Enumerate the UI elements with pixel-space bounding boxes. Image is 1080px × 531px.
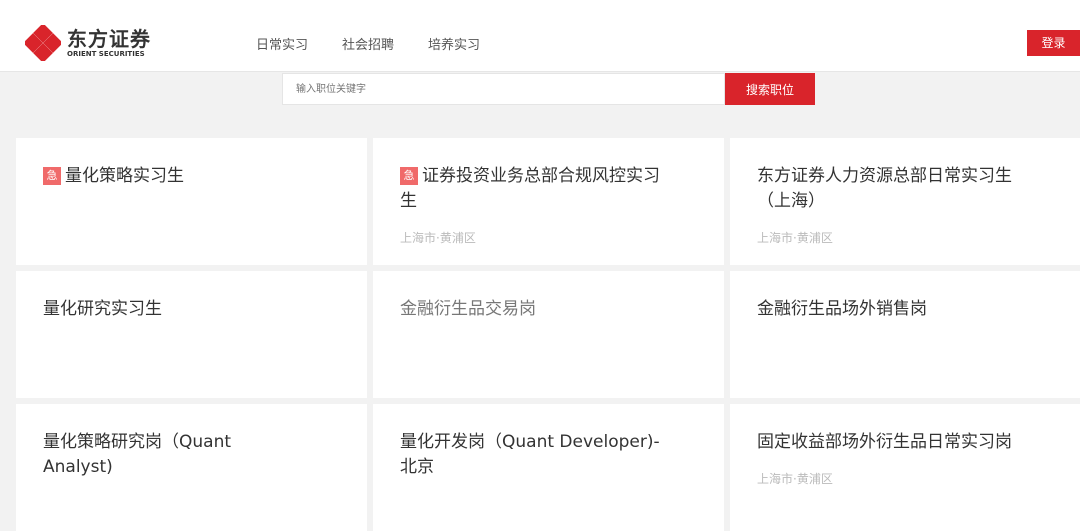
job-location: 上海市·黄浦区 (757, 472, 833, 486)
job-title-text: 金融衍生品交易岗 (400, 299, 536, 319)
nav-training-internship[interactable]: 培养实习 (428, 34, 480, 53)
job-title[interactable]: 量化研究实习生 (43, 297, 303, 322)
header: 东方证券 ORIENT SECURITIES 日常实习 社会招聘 培养实习 登录 (0, 0, 1080, 72)
job-title-text: 东方证券人力资源总部日常实习生（上海） (757, 166, 1012, 211)
urgent-badge: 急 (43, 167, 61, 185)
job-title-text: 量化开发岗（Quant Developer)-北京 (400, 432, 660, 477)
urgent-badge: 急 (400, 167, 418, 185)
job-card[interactable]: 金融衍生品交易岗 (373, 271, 724, 398)
job-title[interactable]: 固定收益部场外衍生品日常实习岗 (757, 430, 1017, 455)
job-title[interactable]: 急量化策略实习生 (43, 164, 303, 189)
job-card[interactable]: 量化策略研究岗（Quant Analyst) (16, 404, 367, 531)
nav-social-recruitment[interactable]: 社会招聘 (342, 34, 394, 53)
job-card[interactable]: 急量化策略实习生 (16, 138, 367, 265)
job-card[interactable]: 量化开发岗（Quant Developer)-北京 (373, 404, 724, 531)
logo-name-en: ORIENT SECURITIES (67, 50, 145, 58)
job-card[interactable]: 固定收益部场外衍生品日常实习岗上海市·黄浦区 (730, 404, 1080, 531)
nav-daily-internship[interactable]: 日常实习 (256, 34, 308, 53)
job-title-text: 量化策略实习生 (65, 166, 184, 186)
search-input[interactable] (282, 73, 725, 105)
search-button[interactable]: 搜索职位 (725, 73, 815, 105)
logo-name-cn: 东方证券 (67, 27, 151, 51)
job-title-text: 固定收益部场外衍生品日常实习岗 (757, 432, 1012, 452)
job-title-text: 量化策略研究岗（Quant Analyst) (43, 432, 232, 477)
job-location: 上海市·黄浦区 (757, 231, 833, 245)
orient-logo-icon (25, 25, 61, 61)
job-title[interactable]: 急证券投资业务总部合规风控实习生 (400, 164, 660, 214)
job-title-text: 证券投资业务总部合规风控实习生 (400, 166, 660, 211)
job-grid: 急量化策略实习生急证券投资业务总部合规风控实习生 上海市·黄浦区 东方证券人力资源总… (16, 138, 1080, 531)
job-title[interactable]: 东方证券人力资源总部日常实习生（上海） (757, 164, 1017, 214)
job-title-text: 量化研究实习生 (43, 299, 162, 319)
job-title[interactable]: 金融衍生品交易岗 (400, 297, 660, 322)
job-card[interactable]: 量化研究实习生 (16, 271, 367, 398)
job-title-text: 金融衍生品场外销售岗 (757, 299, 927, 319)
job-location: 上海市·黄浦区 (400, 231, 476, 245)
job-title[interactable]: 量化开发岗（Quant Developer)-北京 (400, 430, 660, 480)
job-card[interactable]: 金融衍生品场外销售岗 (730, 271, 1080, 398)
job-card[interactable]: 急证券投资业务总部合规风控实习生上海市·黄浦区 (373, 138, 724, 265)
search-bar: 搜索职位 (282, 73, 815, 105)
logo[interactable]: 东方证券 ORIENT SECURITIES (25, 25, 151, 61)
job-card[interactable]: 东方证券人力资源总部日常实习生（上海） 上海市·黄浦区 (730, 138, 1080, 265)
login-button[interactable]: 登录 (1027, 30, 1080, 56)
job-title[interactable]: 量化策略研究岗（Quant Analyst) (43, 430, 303, 480)
job-title[interactable]: 金融衍生品场外销售岗 (757, 297, 1017, 322)
main-nav: 日常实习 社会招聘 培养实习 (256, 34, 480, 53)
